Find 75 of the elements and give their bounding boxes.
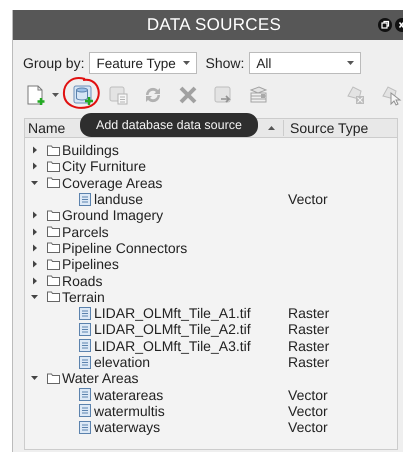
tree-item[interactable]: LIDAR_OLMft_Tile_A3.tif	[94, 338, 288, 354]
close-icon[interactable]	[395, 18, 403, 32]
tooltip: Add database data source	[80, 113, 258, 137]
source-type: Vector	[288, 402, 328, 419]
tree-item[interactable]: Terrain	[62, 288, 105, 305]
expand-arrow-icon[interactable]	[31, 146, 39, 154]
caret-icon[interactable]	[52, 93, 59, 97]
filter-label: Group by:	[23, 55, 84, 71]
tree-item[interactable]: LIDAR_OLMft_Tile_A1.tif	[94, 305, 288, 322]
delete-icon	[177, 84, 199, 106]
source-type: Vector	[288, 386, 328, 403]
collapse-arrow-icon[interactable]	[31, 178, 39, 187]
layer-icon	[79, 420, 91, 434]
tree-item[interactable]: waterareas	[94, 386, 288, 403]
caret-icon	[347, 61, 354, 65]
folder-icon	[47, 372, 60, 384]
expand-arrow-icon[interactable]	[31, 228, 39, 236]
tree-item[interactable]: Parcels	[62, 224, 109, 240]
filter-label: Show:	[205, 55, 244, 71]
filter-dropdown[interactable]: Feature Type	[89, 52, 198, 74]
tree-item[interactable]: elevation	[94, 354, 288, 370]
collapse-arrow-icon[interactable]	[31, 374, 39, 382]
tree-item[interactable]: Pipeline Connectors	[62, 240, 188, 256]
layer-icon	[79, 192, 91, 206]
folder-icon	[47, 144, 60, 156]
expand-arrow-icon[interactable]	[31, 211, 39, 220]
source-type: Vector	[288, 191, 328, 208]
tree-item[interactable]: landuse	[94, 191, 288, 208]
restore-icon[interactable]	[378, 18, 392, 32]
tree-item[interactable]: City Furniture	[62, 158, 146, 174]
source-type: Raster	[288, 354, 330, 370]
tree-item[interactable]: LIDAR_OLMft_Tile_A2.tif	[94, 321, 288, 338]
source-type: Raster	[288, 321, 330, 338]
layer-icon	[79, 339, 91, 352]
toolbar-button[interactable]	[25, 84, 47, 106]
expand-arrow-icon[interactable]	[31, 244, 39, 252]
filter-dropdown[interactable]: All	[249, 52, 362, 74]
layer-icon	[79, 388, 91, 402]
toolbar-button[interactable]	[72, 84, 94, 106]
folder-icon	[47, 275, 60, 286]
database-add-icon	[72, 84, 94, 106]
tree-item[interactable]: Roads	[62, 272, 102, 289]
tree-item[interactable]: watermultis	[94, 402, 288, 419]
tree-item[interactable]: Pipelines	[62, 256, 119, 272]
source-type: Vector	[288, 419, 328, 436]
folder-icon	[47, 160, 60, 172]
tree-item[interactable]: Water Areas	[62, 370, 139, 386]
window-title: DATA SOURCES	[146, 15, 282, 35]
layer-icon	[79, 404, 91, 418]
source-type: Raster	[288, 338, 330, 354]
expand-arrow-icon[interactable]	[31, 276, 39, 285]
expand-arrow-icon[interactable]	[31, 260, 39, 268]
folder-icon	[47, 177, 60, 188]
new-file-icon	[25, 84, 47, 106]
layer-icon	[79, 356, 91, 368]
source-type: Raster	[288, 305, 330, 322]
folder-icon	[47, 258, 60, 270]
layer-icon	[79, 306, 91, 320]
tree-item[interactable]: Coverage Areas	[62, 174, 162, 191]
column-header[interactable]: Source Type	[283, 120, 368, 136]
tree-item[interactable]: waterways	[94, 419, 288, 436]
shape-remove-icon	[345, 84, 367, 106]
tree-item[interactable]: Buildings	[62, 142, 119, 158]
shape-select-icon	[380, 84, 402, 106]
folder-icon	[47, 291, 60, 302]
folder-icon	[47, 242, 60, 254]
properties-icon	[107, 84, 129, 106]
folder-icon	[47, 226, 60, 238]
layer-icon	[79, 322, 91, 336]
expand-arrow-icon[interactable]	[31, 162, 39, 170]
folder-icon	[47, 210, 60, 221]
tree-item[interactable]: Ground Imagery	[62, 207, 164, 224]
sort-arrow-icon[interactable]	[268, 126, 275, 130]
collapse-arrow-icon[interactable]	[31, 292, 39, 301]
caret-icon	[183, 61, 190, 65]
